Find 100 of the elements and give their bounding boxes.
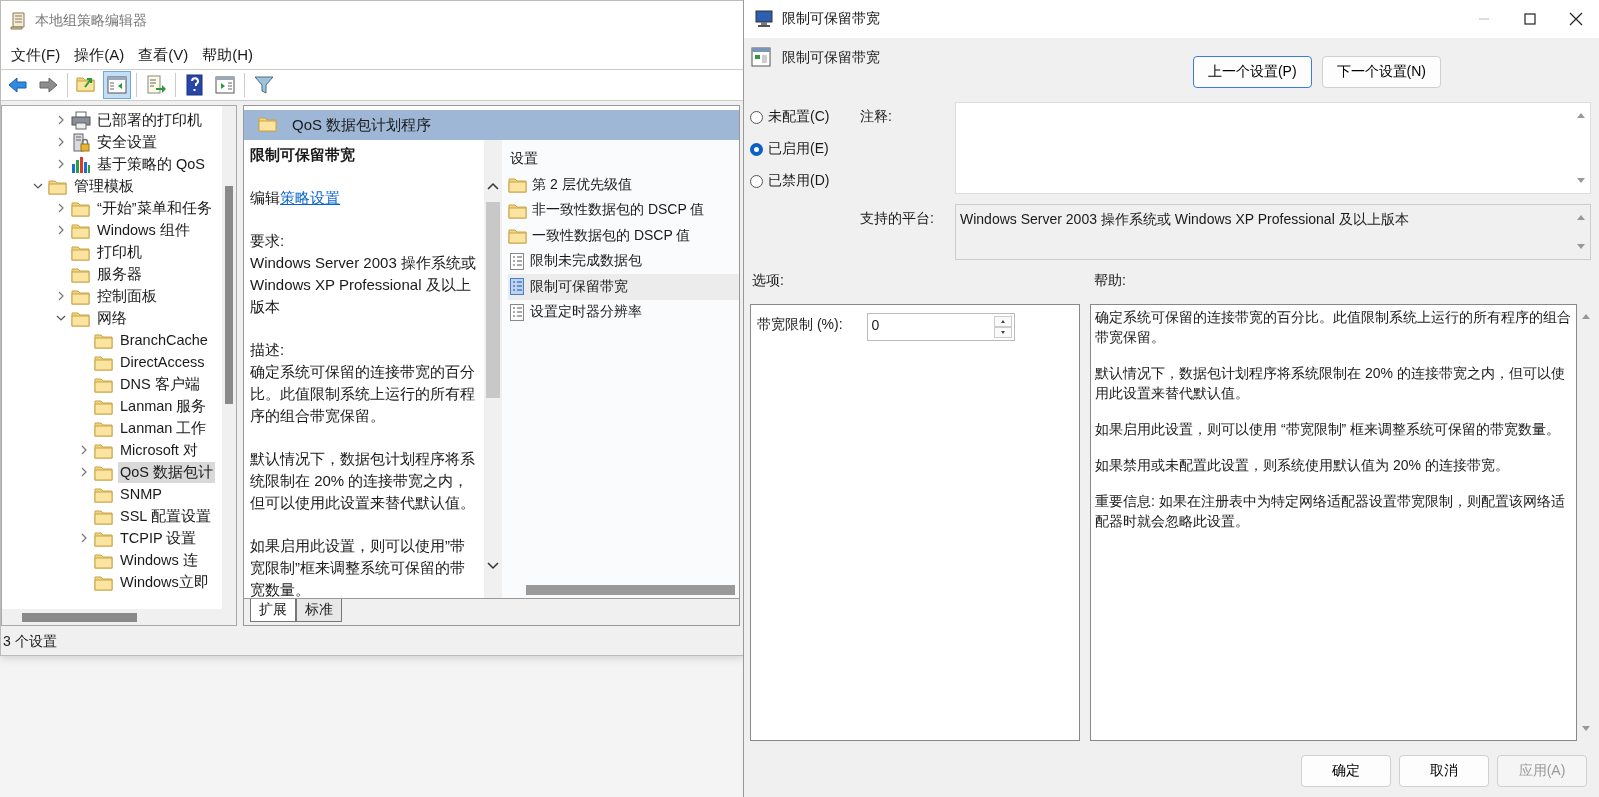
help-icon: [184, 74, 206, 96]
chevron-right-icon[interactable]: [56, 159, 66, 169]
tree-item[interactable]: “开始”菜单和任务: [95, 197, 214, 219]
panel-title: QoS 数据包计划程序: [292, 115, 432, 135]
tree-item[interactable]: DNS 客户端: [118, 373, 202, 395]
description-text: 确定系统可保留的连接带宽的百分比。此值限制系统上运行的所有程序的组合带宽保留。: [250, 362, 476, 426]
printer-icon: [71, 110, 91, 130]
menu-item[interactable]: 文件(F): [5, 43, 67, 67]
policy-window-icon: [750, 46, 772, 68]
chevron-right-icon[interactable]: [56, 291, 66, 301]
view-tab[interactable]: 标准: [296, 599, 342, 622]
tree-item[interactable]: Lanman 工作: [118, 417, 209, 439]
chevron-right-icon[interactable]: [56, 115, 66, 125]
chevron-down-icon[interactable]: [33, 181, 43, 191]
section-label: 选项:: [752, 272, 785, 290]
show-pane-icon: [214, 74, 236, 96]
scroll-up-icon[interactable]: [486, 181, 500, 191]
setting-icon: [508, 302, 526, 322]
description-text: 如果启用此设置，则可以使用”带宽限制”框来调整系统可保留的带宽数量。: [250, 536, 466, 598]
status-text: 3 个设置: [3, 633, 57, 651]
forward-arrow-icon: [37, 74, 59, 96]
menu-item[interactable]: 操作(A): [68, 43, 131, 67]
settings-row[interactable]: 一致性数据包的 DSCP 值: [508, 223, 739, 249]
section-label: 描述:: [250, 340, 286, 360]
help-text: 确定系统可保留的连接带宽的百分比。此值限制系统上运行的所有程序的组合带宽保留。: [1095, 308, 1572, 347]
chevron-right-icon[interactable]: [79, 467, 89, 477]
tree-item[interactable]: Windows立即: [118, 571, 211, 593]
scroll-icon: [9, 9, 27, 30]
tree-item[interactable]: 打印机: [95, 241, 144, 263]
computer-icon: [754, 7, 774, 28]
chevron-right-icon[interactable]: [56, 225, 66, 235]
tree-item[interactable]: 已部署的打印机: [95, 109, 204, 131]
settings-row[interactable]: 限制可保留带宽: [508, 274, 739, 300]
folder-icon: [258, 114, 278, 133]
filter-icon: [253, 74, 275, 96]
export-list-icon: [145, 74, 167, 96]
section-label: 要求:: [250, 231, 286, 251]
radio-option[interactable]: 未配置(C): [750, 108, 850, 126]
radio-option[interactable]: 已启用(E): [750, 140, 850, 158]
tree-item[interactable]: SSL 配置设置: [118, 505, 213, 527]
chevron-right-icon[interactable]: [56, 137, 66, 147]
menu-item[interactable]: 帮助(H): [196, 43, 259, 67]
setting-icon: [508, 277, 526, 297]
menu-item[interactable]: 查看(V): [132, 43, 195, 67]
radio-option[interactable]: 已禁用(D): [750, 172, 850, 190]
nav-button[interactable]: 下一个设置(N): [1321, 56, 1441, 88]
tree-item[interactable]: 管理模板: [72, 175, 136, 197]
tree-item[interactable]: BranchCache: [118, 331, 210, 349]
tree-item[interactable]: 控制面板: [95, 285, 159, 307]
number-field[interactable]: 0: [866, 313, 1015, 341]
scrollbar[interactable]: [484, 140, 502, 598]
setting-title: 限制可保留带宽: [250, 145, 356, 165]
spin-up-icon[interactable]: [993, 316, 1012, 327]
scrollbar[interactable]: [222, 106, 236, 609]
setting-title: 限制可保留带宽: [782, 48, 880, 67]
window-title: 限制可保留带宽: [782, 10, 880, 28]
settings-row[interactable]: 设置定时器分辨率: [508, 299, 739, 325]
chevron-right-icon[interactable]: [79, 445, 89, 455]
tree-item[interactable]: Windows 连: [118, 549, 200, 571]
chevron-right-icon[interactable]: [79, 533, 89, 543]
settings-row[interactable]: 第 2 层优先级值: [508, 172, 739, 198]
help-text: 如果启用此设置，则可以使用 “带宽限制” 框来调整系统可保留的带宽数量。: [1095, 420, 1562, 439]
tree-item[interactable]: 网络: [95, 307, 129, 329]
option-label: 带宽限制 (%):: [757, 315, 843, 334]
folder-icon: [508, 226, 528, 246]
tree-item[interactable]: QoS 数据包计: [118, 461, 216, 483]
description-text: 默认情况下，数据包计划程序将系统限制在 20% 的连接带宽之内，但可以使用此设置来替代默认值。: [250, 449, 476, 513]
tree-item[interactable]: Microsoft 对: [118, 439, 200, 461]
settings-row[interactable]: 非一致性数据包的 DSCP 值: [508, 197, 739, 223]
spin-down-icon[interactable]: [993, 327, 1012, 338]
window-title: 本地组策略编辑器: [35, 12, 147, 30]
help-text: 默认情况下，数据包计划程序将系统限制在 20% 的连接带宽之内，但可以使用此设置来替代默认值。: [1095, 364, 1566, 403]
scrollbar[interactable]: [2, 609, 236, 625]
policy-link[interactable]: 策略设置: [280, 189, 340, 206]
section-label: 帮助:: [1094, 272, 1126, 290]
platform-field: Windows Server 2003 操作系统或 Windows XP Professional 及以上版本: [955, 204, 1591, 260]
help-text: 重要信息: 如果在注册表中为特定网络适配器设置带宽限制，则配置该网络适配器时就会忽略此设置。: [1095, 492, 1566, 531]
tree-item[interactable]: 安全设置: [95, 131, 159, 153]
tree-item[interactable]: 基于策略的 QoS: [95, 153, 208, 175]
dialog-button[interactable]: 取消: [1399, 755, 1489, 787]
dialog-button[interactable]: 确定: [1301, 755, 1391, 787]
chevron-down-icon[interactable]: [56, 313, 66, 323]
field-label: 注释:: [860, 107, 893, 126]
chevron-right-icon[interactable]: [56, 203, 66, 213]
tree-item[interactable]: DirectAccess: [118, 353, 207, 371]
back-arrow-icon: [7, 74, 29, 96]
requirements-text: Windows Server 2003 操作系统或 Windows XP Professional 及以上版本: [250, 253, 477, 317]
show-tree-icon: [106, 74, 128, 96]
settings-row[interactable]: 限制未完成数据包: [508, 248, 739, 274]
nav-button[interactable]: 上一个设置(P): [1192, 56, 1312, 88]
tree-item[interactable]: Windows 组件: [95, 219, 192, 241]
tree-item[interactable]: TCPIP 设置: [118, 527, 199, 549]
tree-item[interactable]: Lanman 服务: [118, 395, 209, 417]
view-tab[interactable]: 扩展: [250, 599, 296, 622]
edit-text: 编辑策略设置: [250, 188, 341, 208]
tree-item[interactable]: 服务器: [95, 263, 144, 285]
tree-item[interactable]: SNMP: [118, 485, 164, 503]
scroll-down-icon[interactable]: [486, 561, 500, 571]
folder-icon: [508, 175, 528, 195]
setting-icon: [508, 251, 526, 271]
